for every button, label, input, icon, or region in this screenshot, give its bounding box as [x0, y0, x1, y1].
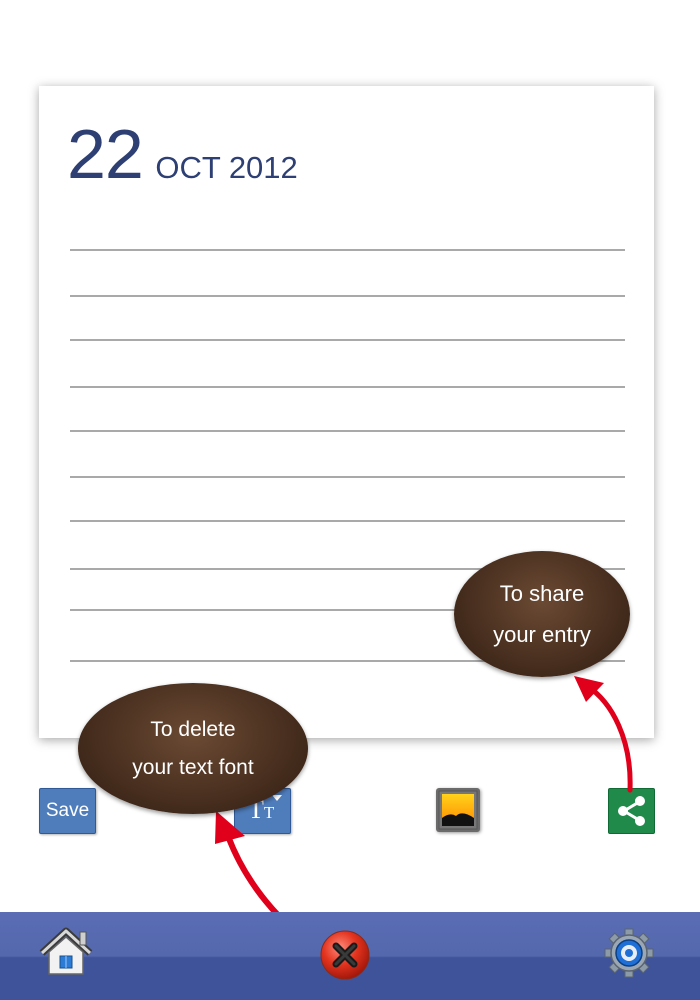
close-icon — [320, 930, 370, 980]
tooltip-text: To delete — [150, 717, 236, 741]
home-icon — [39, 927, 93, 975]
home-button[interactable] — [38, 925, 94, 979]
share-tooltip: To share your entry — [454, 551, 630, 677]
tooltip-text: your text font — [132, 755, 254, 779]
delete-button[interactable] — [319, 929, 371, 981]
delete-tooltip: To delete your text font — [78, 683, 308, 814]
tooltip-text: your entry — [493, 622, 591, 647]
settings-button[interactable] — [603, 927, 655, 979]
tooltip-text: To share — [499, 581, 585, 606]
tooltip-arrows — [215, 676, 633, 951]
settings-icon — [604, 928, 654, 978]
